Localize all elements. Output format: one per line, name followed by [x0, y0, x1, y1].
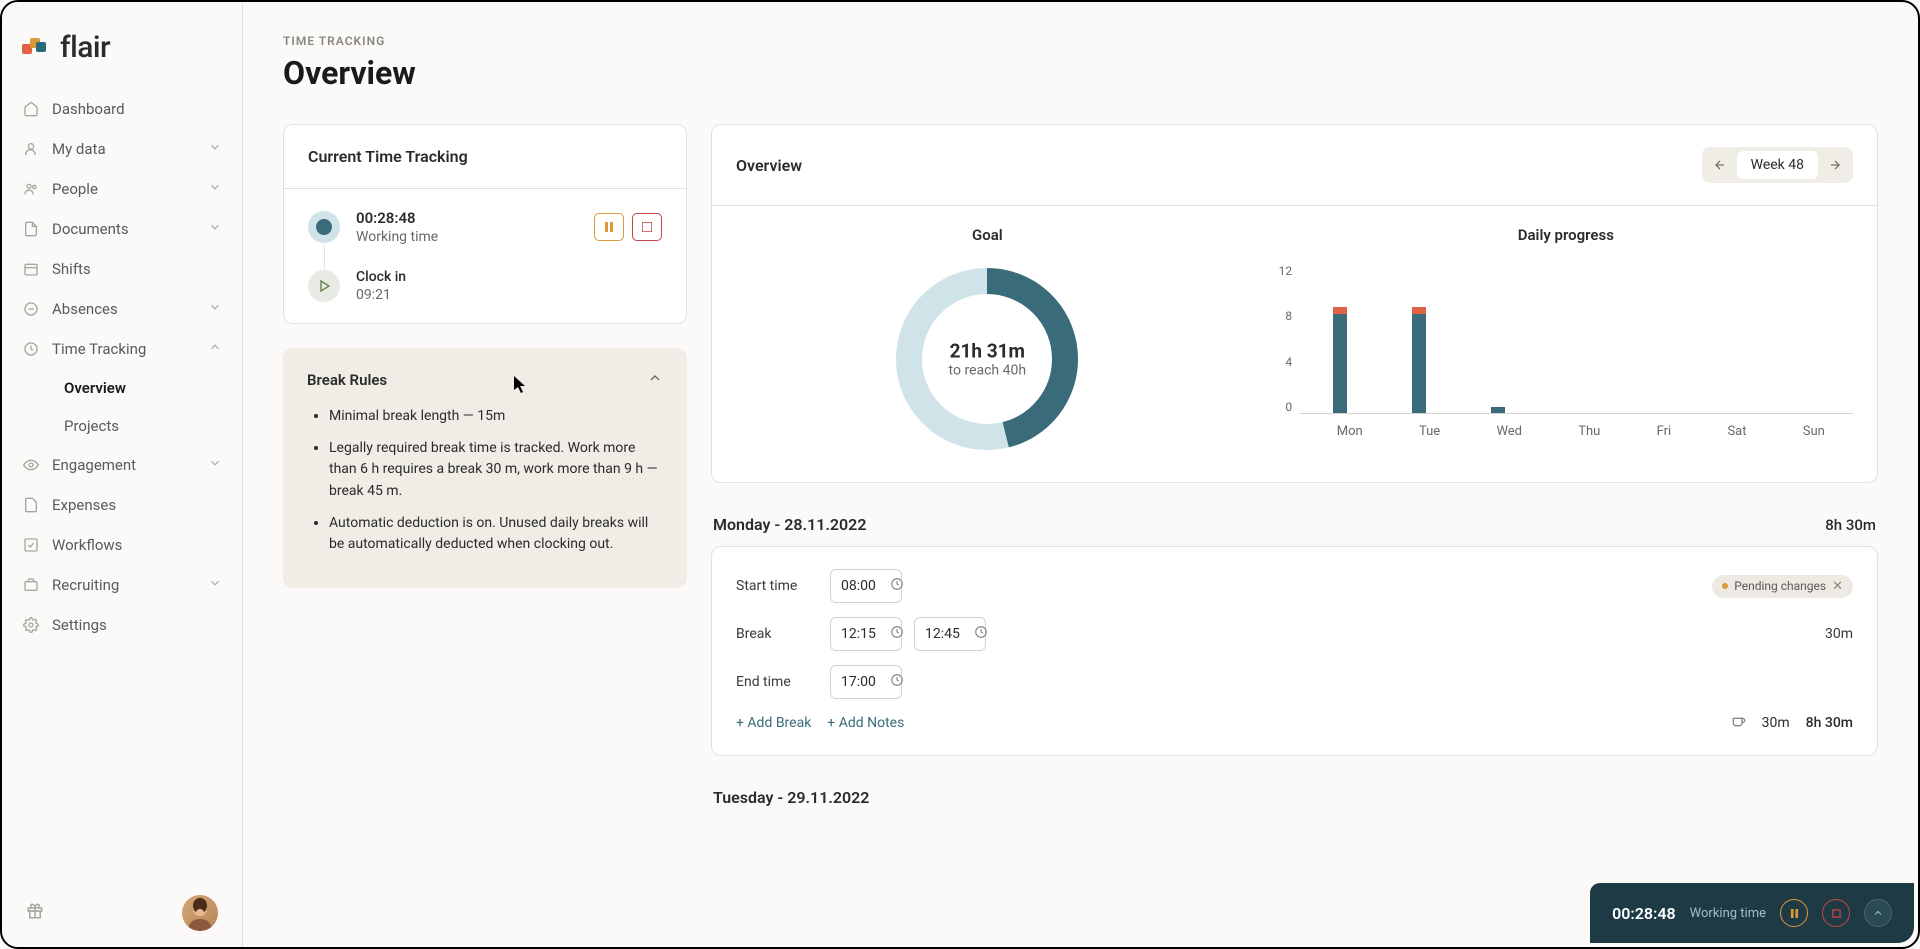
coffee-icon: [1730, 713, 1746, 733]
overview-card: Overview Week 48 Goal: [711, 124, 1878, 483]
check-icon: [22, 536, 40, 554]
gift-icon[interactable]: [26, 902, 44, 924]
end-time-input[interactable]: 17:00: [830, 665, 902, 699]
add-break-button[interactable]: + Add Break: [736, 715, 811, 731]
prev-week-button[interactable]: [1705, 150, 1735, 180]
chevron-up-icon: [208, 340, 222, 358]
clockin-indicator: [308, 270, 340, 302]
user-icon: [22, 140, 40, 158]
break-label: Break: [736, 626, 830, 642]
clock-icon: [22, 340, 40, 358]
mini-pause-button[interactable]: [1780, 899, 1808, 927]
nav-recruiting[interactable]: Recruiting: [10, 565, 234, 605]
nav-time-overview[interactable]: Overview: [52, 369, 234, 407]
break-rules-list: Minimal break length — 15m Legally requi…: [307, 406, 663, 556]
mini-elapsed-time: 00:28:48: [1612, 904, 1676, 923]
nav-expenses[interactable]: Expenses: [10, 485, 234, 525]
stop-button[interactable]: [632, 213, 662, 241]
expense-icon: [22, 496, 40, 514]
footer-break-time: 30m: [1762, 715, 1790, 731]
footer-total-time: 8h 30m: [1806, 715, 1853, 731]
nav-engagement[interactable]: Engagement: [10, 445, 234, 485]
nav-workflows[interactable]: Workflows: [10, 525, 234, 565]
elapsed-time: 00:28:48: [356, 209, 578, 227]
goal-value: 21h 31m: [949, 340, 1027, 363]
end-time-label: End time: [736, 674, 830, 690]
mini-expand-button[interactable]: [1864, 899, 1892, 927]
dismiss-badge-button[interactable]: ✕: [1832, 579, 1843, 594]
current-tracking-title: Current Time Tracking: [284, 125, 686, 189]
break-duration: 30m: [1825, 626, 1853, 642]
break-start-input[interactable]: 12:15: [830, 617, 902, 651]
breadcrumb: TIME TRACKING: [283, 34, 1878, 48]
clockin-label: Clock in: [356, 269, 662, 285]
calendar-icon: [22, 260, 40, 278]
nav-absences[interactable]: Absences: [10, 289, 234, 329]
chevron-down-icon: [208, 220, 222, 238]
day-title-monday: Monday - 28.11.2022: [713, 515, 866, 534]
chevron-down-icon: [208, 576, 222, 594]
main-nav: Dashboard My data People Documents Shift…: [2, 89, 242, 879]
overview-title: Overview: [736, 156, 802, 175]
absence-icon: [22, 300, 40, 318]
break-rules-title: Break Rules: [307, 371, 387, 389]
nav-documents[interactable]: Documents: [10, 209, 234, 249]
next-week-button[interactable]: [1820, 150, 1850, 180]
eye-icon: [22, 456, 40, 474]
day-card-monday: Start time 08:00 Pending changes: [711, 546, 1878, 756]
current-tracking-card: Current Time Tracking 00:28:48 Working t…: [283, 124, 687, 324]
clock-icon: [890, 625, 904, 643]
add-notes-button[interactable]: + Add Notes: [827, 715, 904, 731]
logo-icon: [22, 38, 50, 58]
week-label[interactable]: Week 48: [1737, 151, 1818, 179]
sidebar: flair Dashboard My data People Documents: [2, 2, 243, 947]
status-dot-icon: [1722, 583, 1728, 589]
chevron-down-icon: [208, 140, 222, 158]
chevron-down-icon: [208, 180, 222, 198]
collapse-icon[interactable]: [647, 370, 663, 390]
pending-changes-badge: Pending changes ✕: [1712, 575, 1853, 598]
clock-icon: [974, 625, 988, 643]
nav-settings[interactable]: Settings: [10, 605, 234, 645]
clock-icon: [890, 577, 904, 595]
brand-name: flair: [60, 30, 110, 65]
chevron-down-icon: [208, 456, 222, 474]
clockin-time: 09:21: [356, 287, 662, 303]
nav-time-projects[interactable]: Projects: [52, 407, 234, 445]
nav-time-tracking[interactable]: Time Tracking: [10, 329, 234, 369]
goal-subtitle: to reach 40h: [949, 363, 1027, 379]
daily-bar-chart: 12 8 4 0: [1279, 264, 1853, 414]
nav-my-data[interactable]: My data: [10, 129, 234, 169]
working-indicator: [308, 211, 340, 243]
break-rules-card: Break Rules Minimal break length — 15m L…: [283, 348, 687, 588]
start-time-label: Start time: [736, 578, 830, 594]
tracking-mini-bar: 00:28:48 Working time: [1590, 883, 1914, 943]
gear-icon: [22, 616, 40, 634]
logo[interactable]: flair: [2, 2, 242, 89]
goal-chart-title: Goal: [736, 226, 1239, 244]
start-time-input[interactable]: 08:00: [830, 569, 902, 603]
pause-button[interactable]: [594, 213, 624, 241]
tracking-status: Working time: [356, 229, 578, 245]
home-icon: [22, 100, 40, 118]
break-end-input[interactable]: 12:45: [914, 617, 986, 651]
document-icon: [22, 220, 40, 238]
mini-stop-button[interactable]: [1822, 899, 1850, 927]
nav-people[interactable]: People: [10, 169, 234, 209]
mini-status: Working time: [1690, 906, 1766, 921]
briefcase-icon: [22, 576, 40, 594]
page-title: Overview: [283, 54, 1878, 92]
nav-dashboard[interactable]: Dashboard: [10, 89, 234, 129]
goal-donut-chart: 21h 31m to reach 40h: [736, 264, 1239, 454]
people-icon: [22, 180, 40, 198]
daily-chart-title: Daily progress: [1279, 226, 1853, 244]
clock-icon: [890, 673, 904, 691]
nav-shifts[interactable]: Shifts: [10, 249, 234, 289]
day-total-monday: 8h 30m: [1825, 516, 1876, 534]
chevron-down-icon: [208, 300, 222, 318]
main-content: TIME TRACKING Overview Current Time Trac…: [243, 2, 1918, 947]
week-navigator: Week 48: [1702, 147, 1853, 183]
user-avatar[interactable]: [182, 895, 218, 931]
day-title-tuesday: Tuesday - 29.11.2022: [713, 788, 869, 807]
